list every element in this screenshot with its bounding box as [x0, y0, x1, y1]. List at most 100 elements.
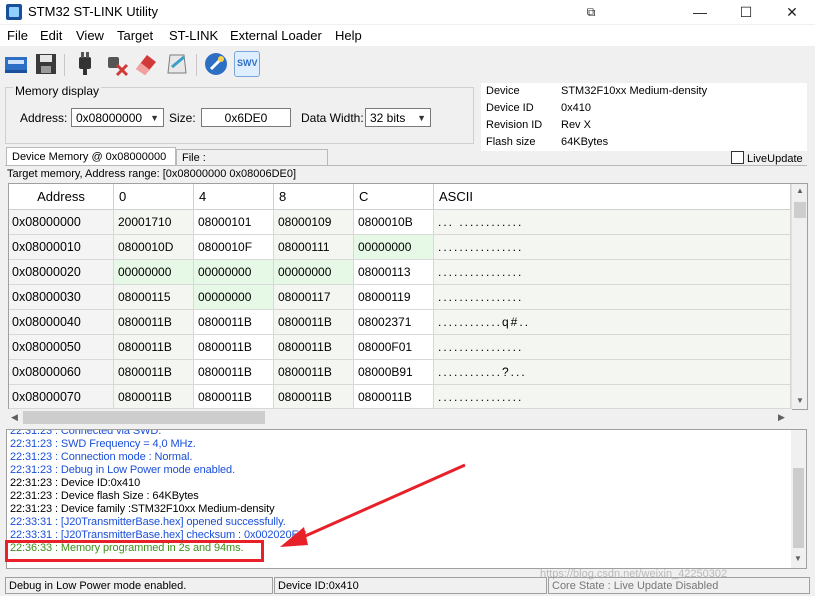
- memory-cell[interactable]: 0800011B: [114, 335, 194, 360]
- disconnect-icon[interactable]: [103, 51, 129, 77]
- scroll-down-icon[interactable]: ▼: [794, 554, 802, 563]
- memory-cell[interactable]: 0800011B: [114, 310, 194, 335]
- scroll-up-icon[interactable]: ▲: [796, 186, 804, 195]
- update-firmware-icon[interactable]: [203, 51, 229, 77]
- program-verify-icon[interactable]: [164, 51, 190, 77]
- menu-edit[interactable]: Edit: [40, 28, 62, 43]
- chevron-down-icon: ▼: [150, 113, 159, 123]
- memory-cell[interactable]: 00000000: [194, 260, 274, 285]
- memory-cell[interactable]: 0800011B: [274, 310, 354, 335]
- memory-cell[interactable]: 00000000: [274, 260, 354, 285]
- memory-cell[interactable]: 0800011B: [114, 360, 194, 385]
- device-value: STM32F10xx Medium-density: [561, 85, 708, 97]
- memory-cell[interactable]: 0800011B: [354, 385, 434, 409]
- memory-cell[interactable]: 0800011B: [274, 385, 354, 409]
- column-header-0: 0: [114, 184, 194, 210]
- connect-icon[interactable]: [72, 51, 98, 77]
- data-width-label: Data Width:: [301, 111, 364, 125]
- row-address: 0x08000030: [9, 285, 114, 310]
- menu-target[interactable]: Target: [117, 28, 153, 43]
- log-line: 22:31:23 : Connected via SWD.: [10, 429, 162, 437]
- memory-cell[interactable]: 0800010D: [114, 235, 194, 260]
- column-header-c: C: [354, 184, 434, 210]
- menu-help[interactable]: Help: [335, 28, 362, 43]
- log-line: 22:31:23 : SWD Frequency = 4,0 MHz.: [10, 438, 196, 450]
- close-button[interactable]: ✕: [769, 0, 815, 24]
- window-title: STM32 ST-LINK Utility: [28, 4, 159, 19]
- maximize-button[interactable]: ☐: [723, 0, 769, 24]
- title-bar: STM32 ST-LINK Utility ⧉ — ☐ ✕: [0, 0, 815, 24]
- memory-cell[interactable]: 08000117: [274, 285, 354, 310]
- tab-file[interactable]: File : J20TransmitterBase.hex: [176, 149, 328, 180]
- log-line: 22:31:23 : Debug in Low Power mode enabl…: [10, 464, 236, 476]
- grid-horizontal-scrollbar[interactable]: ◀ ▶: [8, 409, 792, 426]
- device-key: Device: [486, 85, 520, 97]
- memory-cell[interactable]: 0800011B: [114, 385, 194, 409]
- menu-view[interactable]: View: [76, 28, 104, 43]
- log-line: 22:31:23 : Device ID:0x410: [10, 477, 141, 489]
- memory-cell[interactable]: 0800010F: [194, 235, 274, 260]
- memory-cell[interactable]: 00000000: [114, 260, 194, 285]
- scroll-right-icon[interactable]: ▶: [778, 412, 785, 423]
- row-address: 0x08000020: [9, 260, 114, 285]
- scroll-thumb[interactable]: [794, 202, 806, 218]
- save-as-icon[interactable]: [3, 51, 29, 77]
- horizontal-scroll-thumb[interactable]: [23, 411, 265, 424]
- tab-device-memory[interactable]: Device Memory @ 0x08000000 :: [6, 147, 176, 181]
- revision-id-value: Rev X: [561, 119, 591, 131]
- memory-cell[interactable]: 08000113: [354, 260, 434, 285]
- ascii-cell: ................: [434, 235, 791, 260]
- memory-cell[interactable]: 0800011B: [274, 335, 354, 360]
- status-bar: Debug in Low Power mode enabled. Device …: [0, 568, 815, 596]
- highlight-box: [5, 540, 264, 562]
- scroll-down-icon[interactable]: ▼: [796, 396, 804, 405]
- memory-cell[interactable]: 0800011B: [194, 385, 274, 409]
- size-input[interactable]: 0x6DE0: [201, 108, 291, 127]
- save-icon[interactable]: [33, 51, 59, 77]
- minimize-button[interactable]: —: [677, 0, 723, 24]
- memory-cell[interactable]: 20001710: [114, 210, 194, 235]
- grid-vertical-scrollbar[interactable]: ▲ ▼: [791, 184, 807, 409]
- ascii-cell: ................: [434, 285, 791, 310]
- memory-cell[interactable]: 0800010B: [354, 210, 434, 235]
- memory-grid[interactable]: Address 0 4 8 C ASCII 0x08000000 2000171…: [8, 183, 808, 410]
- memory-display-group: Memory display Address: 0x08000000 ▼ Siz…: [5, 84, 474, 144]
- memory-cell[interactable]: 0800011B: [194, 310, 274, 335]
- menu-st-link[interactable]: ST-LINK: [169, 28, 218, 43]
- memory-cell[interactable]: 08000109: [274, 210, 354, 235]
- memory-cell[interactable]: 0800011B: [194, 360, 274, 385]
- memory-cell[interactable]: 08000111: [274, 235, 354, 260]
- arrow-shaft: [293, 463, 466, 543]
- column-header-4: 4: [194, 184, 274, 210]
- menu-external-loader[interactable]: External Loader: [230, 28, 322, 43]
- memory-cell[interactable]: 08000119: [354, 285, 434, 310]
- ascii-cell: ................: [434, 335, 791, 360]
- memory-cell[interactable]: 00000000: [354, 235, 434, 260]
- menu-file[interactable]: File: [7, 28, 28, 43]
- annotation-arrow: [280, 463, 466, 547]
- toolbar: SWV: [0, 48, 815, 82]
- memory-cell[interactable]: 08000B91: [354, 360, 434, 385]
- revision-id-key: Revision ID: [486, 119, 543, 131]
- device-info-panel: Device STM32F10xx Medium-density Device …: [481, 83, 807, 151]
- memory-cell[interactable]: 08002371: [354, 310, 434, 335]
- memory-cell[interactable]: 00000000: [194, 285, 274, 310]
- swv-icon[interactable]: SWV: [234, 51, 260, 77]
- ascii-cell: ................: [434, 385, 791, 409]
- erase-icon[interactable]: [133, 51, 159, 77]
- memory-cell[interactable]: 08000101: [194, 210, 274, 235]
- memory-cell[interactable]: 0800011B: [194, 335, 274, 360]
- address-select[interactable]: 0x08000000 ▼: [71, 108, 164, 127]
- memory-cell[interactable]: 08000115: [114, 285, 194, 310]
- memory-cell[interactable]: 0800011B: [274, 360, 354, 385]
- log-scroll-thumb[interactable]: [793, 468, 804, 548]
- live-update-checkbox[interactable]: LiveUpdate: [731, 151, 803, 165]
- column-header-8: 8: [274, 184, 354, 210]
- data-width-select[interactable]: 32 bits ▼: [365, 108, 431, 127]
- checkbox-icon: [731, 151, 744, 164]
- flash-size-key: Flash size: [486, 136, 536, 148]
- scroll-left-icon[interactable]: ◀: [11, 412, 18, 423]
- memory-cell[interactable]: 08000F01: [354, 335, 434, 360]
- restore-icon[interactable]: ⧉: [568, 0, 614, 24]
- log-vertical-scrollbar[interactable]: ▼: [791, 430, 806, 568]
